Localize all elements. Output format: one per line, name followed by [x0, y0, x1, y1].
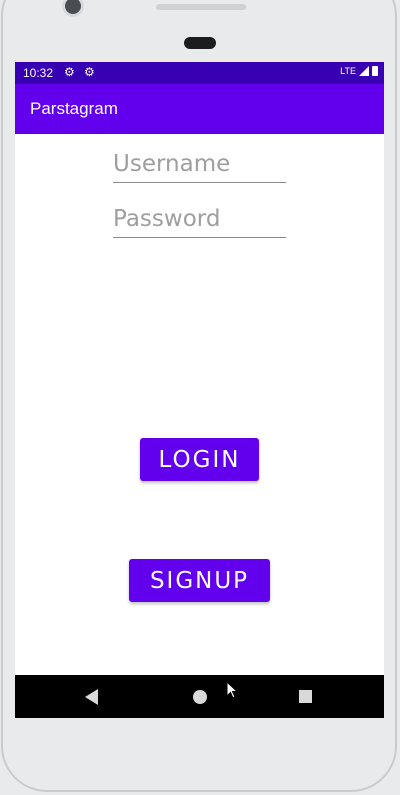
network-type-label: LTE [340, 66, 356, 76]
username-input[interactable] [113, 146, 286, 183]
gear-icon: ⚙ [64, 65, 75, 79]
status-time: 10:32 [23, 66, 54, 80]
recents-icon[interactable] [299, 690, 312, 703]
device-frame: 10:32 ⚙ ⚙ LTE Parstagram LOGIN SIGNUP [0, 0, 400, 795]
signal-icon [359, 66, 369, 76]
home-icon[interactable] [193, 690, 207, 704]
proximity-sensor [184, 37, 216, 49]
app-title: Parstagram [30, 99, 118, 118]
login-button[interactable]: LOGIN [140, 438, 259, 481]
signup-button[interactable]: SIGNUP [129, 559, 270, 602]
phone-screen: 10:32 ⚙ ⚙ LTE Parstagram LOGIN SIGNUP [15, 62, 384, 718]
app-toolbar: Parstagram [15, 84, 384, 134]
mouse-cursor-icon [226, 681, 238, 699]
gear-icon: ⚙ [84, 65, 95, 79]
back-icon[interactable] [85, 689, 98, 705]
password-input[interactable] [113, 201, 286, 238]
system-navigation-bar [15, 675, 384, 718]
battery-icon [372, 66, 378, 76]
status-bar: 10:32 ⚙ ⚙ LTE [15, 62, 384, 84]
status-indicators: LTE [340, 66, 378, 76]
earpiece-speaker [156, 4, 246, 10]
